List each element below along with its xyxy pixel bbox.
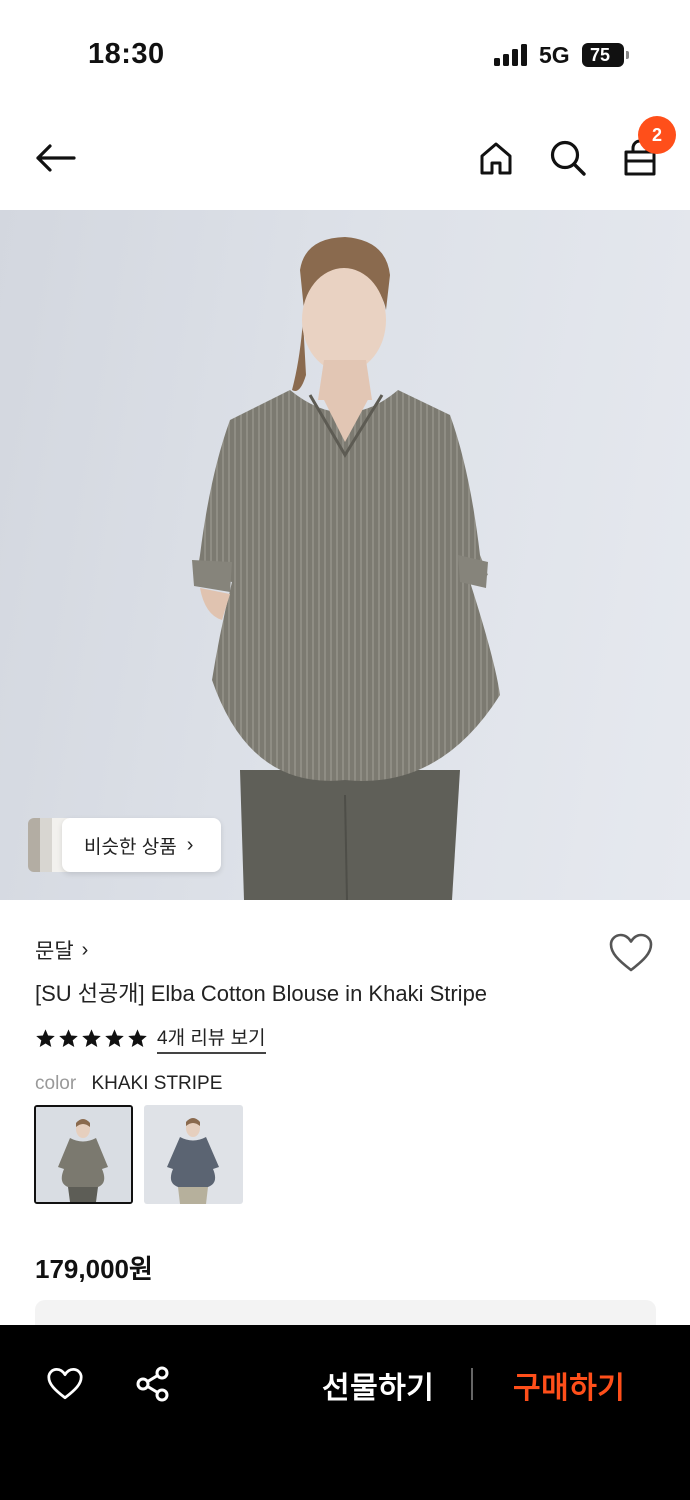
color-label: color <box>35 1073 77 1094</box>
status-time: 18:30 <box>88 38 165 70</box>
similar-products-label: 비슷한 상품 <box>84 836 177 858</box>
rating-stars <box>35 1028 148 1049</box>
battery-level: 75 <box>589 45 611 65</box>
cart-count-badge: 2 <box>638 116 676 154</box>
chevron-right-icon: › <box>81 938 89 961</box>
search-button[interactable] <box>544 134 592 182</box>
color-swatch-blue[interactable] <box>144 1105 243 1204</box>
heart-icon <box>609 933 653 972</box>
bottom-wishlist-button[interactable] <box>43 1362 87 1406</box>
battery-cap <box>626 51 629 59</box>
share-icon <box>136 1366 169 1402</box>
status-bar: 18:30 5G 75 <box>0 0 690 110</box>
product-title: [SU 선공개] Elba Cotton Blouse in Khaki Str… <box>35 981 488 1006</box>
color-value: KHAKI STRIPE <box>91 1073 223 1094</box>
star-icon <box>59 1029 78 1047</box>
home-icon <box>480 142 512 175</box>
bottom-action-bar <box>0 1325 690 1500</box>
rating-row: 4개 리뷰 보기 <box>35 1023 266 1054</box>
share-button[interactable] <box>131 1362 175 1406</box>
star-icon <box>105 1029 124 1047</box>
back-arrow-icon <box>36 144 76 172</box>
swatch-blue-image <box>144 1105 243 1204</box>
color-row: color KHAKI STRIPE <box>35 1073 222 1095</box>
buy-button[interactable]: 구매하기 <box>513 1363 625 1407</box>
brand-link[interactable]: 문달 › <box>35 935 88 965</box>
back-button[interactable] <box>31 134 79 182</box>
swatch-khaki-image <box>36 1107 131 1202</box>
brand-name: 문달 <box>35 940 74 963</box>
battery-icon: 75 <box>582 43 624 67</box>
product-image[interactable] <box>0 210 690 900</box>
signal-icon <box>494 44 530 66</box>
heart-icon <box>47 1368 83 1400</box>
product-price: 179,000원 <box>35 1254 153 1284</box>
star-icon <box>36 1029 55 1047</box>
home-button[interactable] <box>472 134 520 182</box>
chevron-right-icon: › <box>186 833 194 856</box>
model-photo <box>192 237 500 900</box>
review-link[interactable]: 4개 리뷰 보기 <box>157 1023 266 1054</box>
star-icon <box>82 1029 101 1047</box>
search-icon <box>550 140 586 176</box>
top-nav <box>0 110 690 210</box>
star-icon <box>128 1029 147 1047</box>
color-swatch-khaki[interactable] <box>34 1105 133 1204</box>
wishlist-button[interactable] <box>608 932 656 978</box>
gift-button[interactable]: 선물하기 <box>322 1363 434 1407</box>
bottom-divider <box>471 1368 473 1400</box>
similar-products-label-wrap: 비슷한 상품 › <box>62 818 221 872</box>
network-type: 5G <box>539 42 570 68</box>
